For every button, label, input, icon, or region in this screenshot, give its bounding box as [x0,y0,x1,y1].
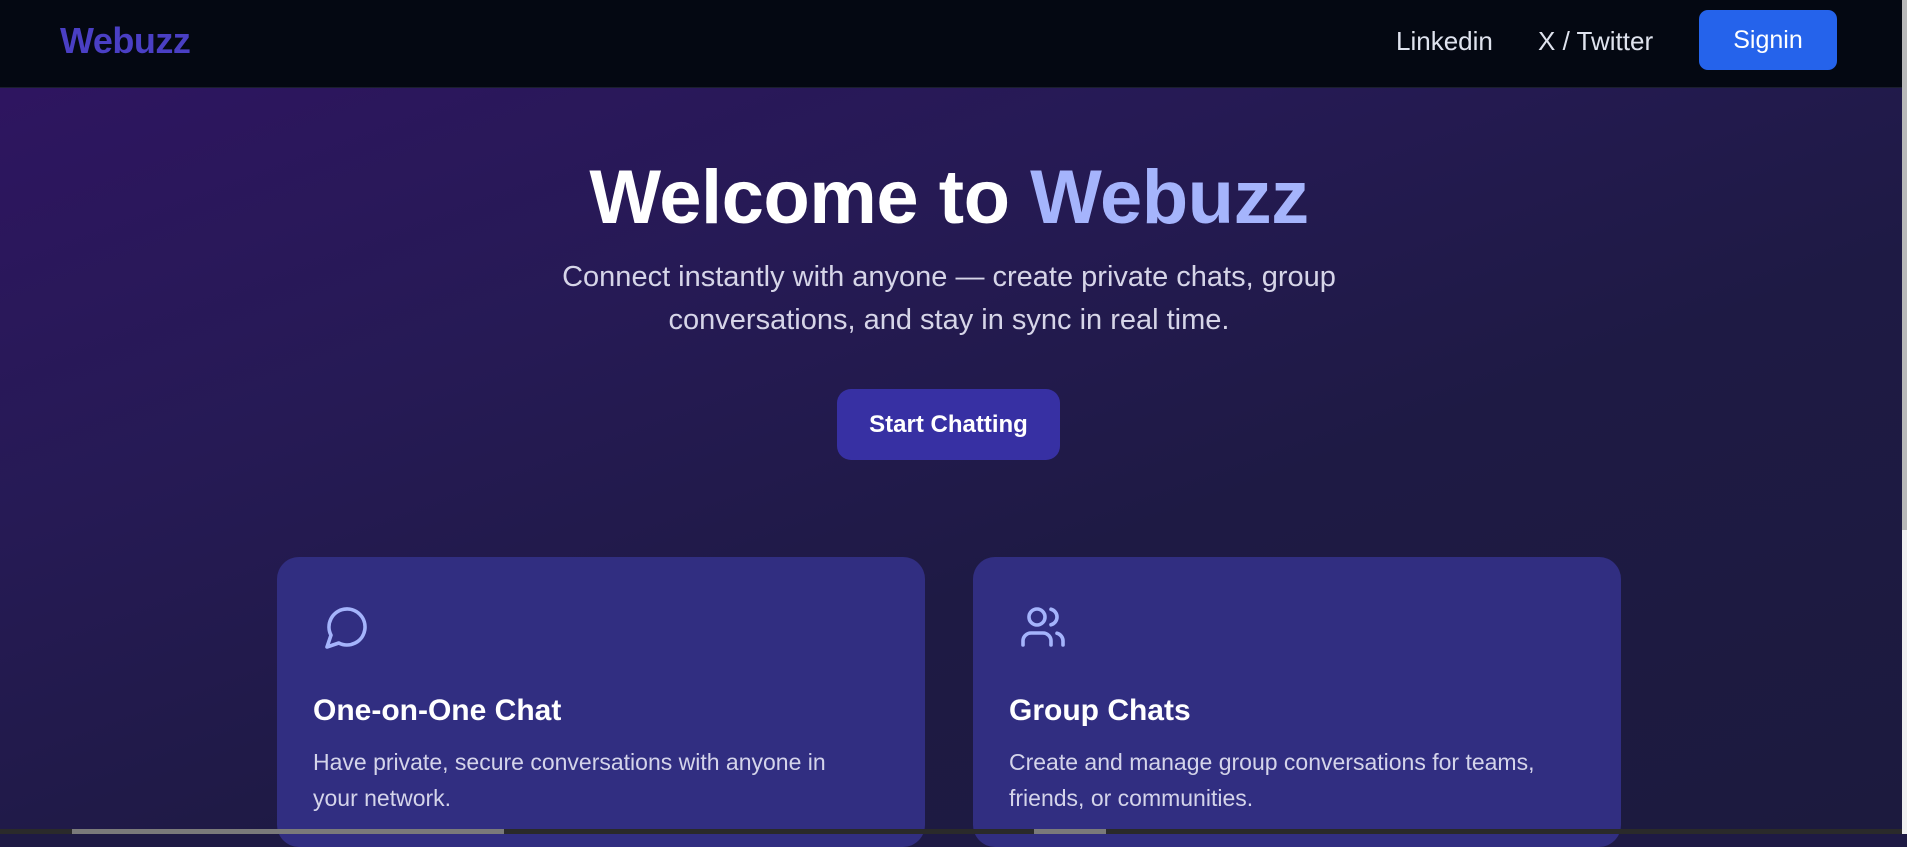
start-chatting-button[interactable]: Start Chatting [837,389,1060,460]
signin-button[interactable]: Signin [1699,10,1837,70]
bottom-strip-segment [1034,829,1106,834]
hero-subtitle: Connect instantly with anyone — create p… [562,261,1336,336]
feature-card-description: Create and manage group conversations fo… [1009,749,1535,811]
users-group-icon [1019,603,1067,651]
feature-card-title: Group Chats [1009,694,1191,727]
nav-link-twitter[interactable]: X / Twitter [1538,26,1653,57]
top-navbar: Webuzz Linkedin X / Twitter Signin [0,0,1902,88]
feature-card-group-chats: Group Chats Create and manage group conv… [973,557,1621,847]
hero-title: Welcome to Webuzz [0,154,1898,241]
feature-card-one-on-one: One-on-One Chat Have private, secure con… [277,557,925,847]
chat-bubble-icon [323,603,371,651]
hero-title-prefix: Welcome to [589,155,1031,240]
bottom-edge-strip [0,829,1902,834]
scrollbar-thumb[interactable] [1902,0,1907,530]
brand-logo[interactable]: Webuzz [60,20,191,62]
feature-card-description: Have private, secure conversations with … [313,749,826,811]
nav-link-linkedin[interactable]: Linkedin [1396,26,1493,57]
bottom-strip-segment [72,829,504,834]
vertical-scrollbar[interactable] [1902,0,1907,834]
feature-card-title: One-on-One Chat [313,694,562,727]
hero-title-accent: Webuzz [1030,155,1309,240]
